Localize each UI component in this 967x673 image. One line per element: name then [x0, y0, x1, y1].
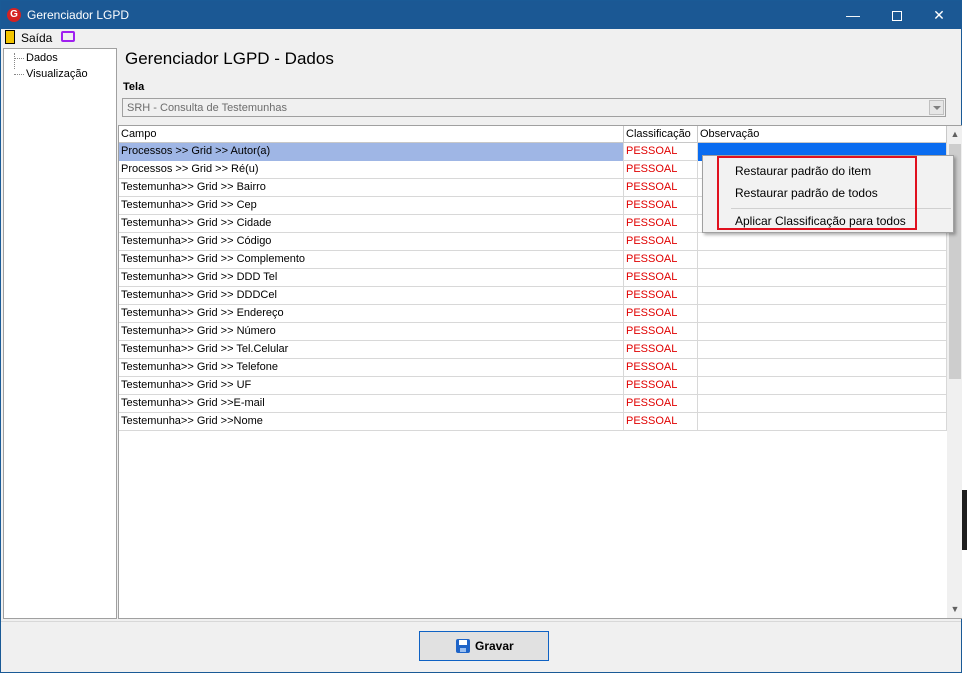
- cell-observacao[interactable]: [698, 233, 947, 251]
- window-title: Gerenciador LGPD: [27, 8, 130, 22]
- cell-campo[interactable]: Processos >> Grid >> Autor(a): [119, 143, 624, 161]
- tela-label: Tela: [123, 81, 145, 93]
- tree-item-dados[interactable]: Dados: [26, 52, 58, 64]
- cell-campo[interactable]: Testemunha>> Grid >> UF: [119, 377, 624, 395]
- table-row[interactable]: Testemunha>> Grid >> UF PESSOAL: [119, 377, 947, 395]
- cell-classificacao[interactable]: PESSOAL: [624, 233, 698, 251]
- cell-observacao[interactable]: [698, 287, 947, 305]
- cell-observacao[interactable]: [698, 305, 947, 323]
- table-row[interactable]: Testemunha>> Grid >> Tel.Celular PESSOAL: [119, 341, 947, 359]
- cell-classificacao[interactable]: PESSOAL: [624, 359, 698, 377]
- scroll-up-icon[interactable]: ▲: [947, 126, 963, 143]
- cell-classificacao[interactable]: PESSOAL: [624, 305, 698, 323]
- cell-campo[interactable]: Testemunha>> Grid >> Endereço: [119, 305, 624, 323]
- cell-classificacao[interactable]: PESSOAL: [624, 143, 698, 161]
- tree-connector: [14, 74, 24, 75]
- cell-campo[interactable]: Processos >> Grid >> Ré(u): [119, 161, 624, 179]
- table-row[interactable]: Testemunha>> Grid >> DDDCel PESSOAL: [119, 287, 947, 305]
- column-header-campo[interactable]: Campo: [119, 126, 624, 143]
- save-button-label: Gravar: [475, 639, 514, 653]
- footer-divider: [1, 621, 961, 622]
- close-button[interactable]: ✕: [917, 1, 961, 29]
- cell-campo[interactable]: Testemunha>> Grid >> Cep: [119, 197, 624, 215]
- cell-campo[interactable]: Testemunha>> Grid >>Nome: [119, 413, 624, 431]
- scroll-down-icon[interactable]: ▼: [947, 601, 963, 618]
- minimize-button[interactable]: —: [831, 1, 875, 29]
- save-button[interactable]: Gravar: [419, 631, 549, 661]
- table-row[interactable]: Testemunha>> Grid >> Número PESSOAL: [119, 323, 947, 341]
- table-row[interactable]: Testemunha>> Grid >> Código PESSOAL: [119, 233, 947, 251]
- app-window: G Gerenciador LGPD — ✕ Saída Dados Visua…: [0, 0, 963, 673]
- desktop-edge-dark: [962, 490, 967, 550]
- cell-classificacao[interactable]: PESSOAL: [624, 269, 698, 287]
- cell-campo[interactable]: Testemunha>> Grid >>E-mail: [119, 395, 624, 413]
- cell-classificacao[interactable]: PESSOAL: [624, 413, 698, 431]
- toolbar: Saída: [1, 29, 961, 47]
- maximize-button[interactable]: [875, 1, 919, 29]
- floppy-disk-icon: [456, 639, 470, 653]
- cell-campo[interactable]: Testemunha>> Grid >> Número: [119, 323, 624, 341]
- cell-campo[interactable]: Testemunha>> Grid >> DDDCel: [119, 287, 624, 305]
- tela-select[interactable]: SRH - Consulta de Testemunhas: [122, 98, 946, 117]
- cell-observacao[interactable]: [698, 413, 947, 431]
- column-header-classificacao[interactable]: Classificação: [624, 126, 698, 143]
- desktop-edge: [962, 0, 967, 673]
- tree-item-visualizacao[interactable]: Visualização: [26, 68, 88, 80]
- cell-classificacao[interactable]: PESSOAL: [624, 251, 698, 269]
- cell-observacao[interactable]: [698, 269, 947, 287]
- maximize-icon: [892, 11, 902, 22]
- cell-campo[interactable]: Testemunha>> Grid >> Tel.Celular: [119, 341, 624, 359]
- exit-button[interactable]: Saída: [21, 31, 52, 45]
- cell-campo[interactable]: Testemunha>> Grid >> Telefone: [119, 359, 624, 377]
- cell-classificacao[interactable]: PESSOAL: [624, 377, 698, 395]
- cell-campo[interactable]: Testemunha>> Grid >> Bairro: [119, 179, 624, 197]
- cell-classificacao[interactable]: PESSOAL: [624, 287, 698, 305]
- table-row[interactable]: Testemunha>> Grid >>E-mail PESSOAL: [119, 395, 947, 413]
- cell-observacao[interactable]: [698, 359, 947, 377]
- table-row[interactable]: Testemunha>> Grid >> Complemento PESSOAL: [119, 251, 947, 269]
- cell-campo[interactable]: Testemunha>> Grid >> Complemento: [119, 251, 624, 269]
- cell-campo[interactable]: Testemunha>> Grid >> Código: [119, 233, 624, 251]
- column-header-observacao[interactable]: Observação: [698, 126, 947, 143]
- tela-select-value: SRH - Consulta de Testemunhas: [127, 102, 287, 114]
- highlight-box: [717, 156, 917, 230]
- cell-observacao[interactable]: [698, 251, 947, 269]
- grid-header: Campo Classificação Observação: [119, 126, 947, 143]
- table-row[interactable]: Testemunha>> Grid >>Nome PESSOAL: [119, 413, 947, 431]
- chevron-down-icon[interactable]: [929, 100, 944, 115]
- cell-observacao[interactable]: [698, 323, 947, 341]
- cell-classificacao[interactable]: PESSOAL: [624, 341, 698, 359]
- cell-observacao[interactable]: [698, 395, 947, 413]
- cell-classificacao[interactable]: PESSOAL: [624, 197, 698, 215]
- cell-observacao[interactable]: [698, 341, 947, 359]
- door-exit-icon[interactable]: [5, 30, 15, 44]
- monitor-icon[interactable]: [61, 31, 75, 42]
- cell-classificacao[interactable]: PESSOAL: [624, 323, 698, 341]
- tree-connector: [14, 58, 24, 59]
- page-title: Gerenciador LGPD - Dados: [125, 49, 334, 68]
- title-bar[interactable]: G Gerenciador LGPD — ✕: [1, 1, 961, 29]
- cell-campo[interactable]: Testemunha>> Grid >> DDD Tel: [119, 269, 624, 287]
- cell-observacao[interactable]: [698, 377, 947, 395]
- cell-classificacao[interactable]: PESSOAL: [624, 161, 698, 179]
- table-row[interactable]: Testemunha>> Grid >> Endereço PESSOAL: [119, 305, 947, 323]
- table-row[interactable]: Testemunha>> Grid >> Telefone PESSOAL: [119, 359, 947, 377]
- table-row[interactable]: Testemunha>> Grid >> DDD Tel PESSOAL: [119, 269, 947, 287]
- tree-connector: [14, 53, 15, 69]
- cell-classificacao[interactable]: PESSOAL: [624, 179, 698, 197]
- cell-classificacao[interactable]: PESSOAL: [624, 215, 698, 233]
- cell-campo[interactable]: Testemunha>> Grid >> Cidade: [119, 215, 624, 233]
- cell-classificacao[interactable]: PESSOAL: [624, 395, 698, 413]
- app-g-icon: G: [7, 8, 21, 22]
- navigation-tree: Dados Visualização: [3, 48, 117, 619]
